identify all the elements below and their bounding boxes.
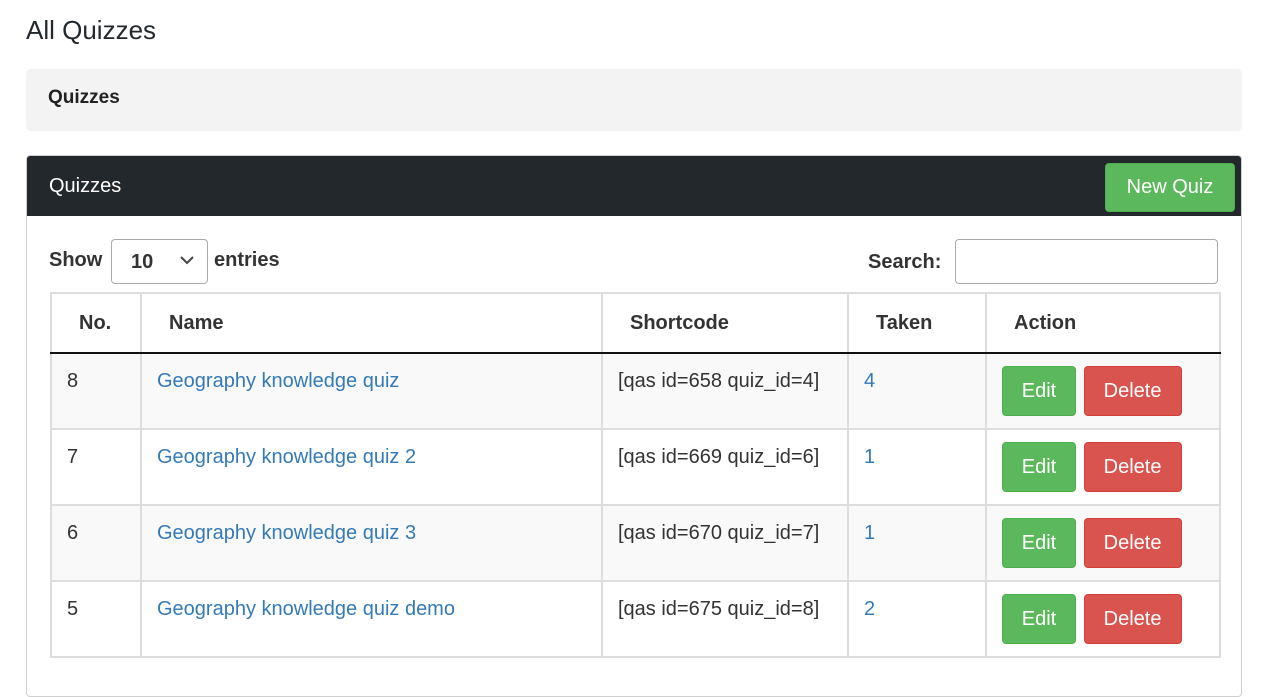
panel-heading: Quizzes New Quiz (27, 156, 1241, 216)
taken-count-link[interactable]: 2 (864, 598, 875, 620)
panel-title: Quizzes (49, 175, 122, 197)
taken-count-link[interactable]: 1 (864, 522, 875, 544)
cell-shortcode: [qas id=658 quiz_id=4] (601, 352, 849, 430)
cell-taken: 1 (847, 504, 987, 582)
cell-no: 7 (50, 428, 142, 506)
cell-shortcode: [qas id=669 quiz_id=6] (601, 428, 849, 506)
cell-name: Geography knowledge quiz demo (140, 580, 603, 658)
new-quiz-button[interactable]: New Quiz (1105, 163, 1235, 212)
cell-no: 6 (50, 504, 142, 582)
taken-count-link[interactable]: 4 (864, 370, 875, 392)
column-header-shortcode[interactable]: Shortcode (601, 292, 849, 354)
table-row: 8 Geography knowledge quiz [qas id=658 q… (50, 352, 1221, 430)
cell-action: Edit Delete (985, 352, 1221, 430)
cell-action: Edit Delete (985, 580, 1221, 658)
show-label: Show (49, 249, 103, 271)
entries-select[interactable]: 10 (111, 239, 208, 284)
column-header-taken[interactable]: Taken (847, 292, 987, 354)
cell-action: Edit Delete (985, 504, 1221, 582)
chevron-down-icon (180, 256, 194, 265)
cell-taken: 2 (847, 580, 987, 658)
taken-count-link[interactable]: 1 (864, 446, 875, 468)
sub-header-label: Quizzes (48, 87, 120, 108)
quiz-name-link[interactable]: Geography knowledge quiz demo (157, 598, 455, 620)
cell-taken: 4 (847, 352, 987, 430)
edit-button[interactable]: Edit (1002, 366, 1076, 416)
quiz-name-link[interactable]: Geography knowledge quiz (157, 370, 399, 392)
delete-button[interactable]: Delete (1083, 594, 1182, 644)
quiz-name-link[interactable]: Geography knowledge quiz 3 (157, 522, 416, 544)
cell-action: Edit Delete (985, 428, 1221, 506)
quiz-table: No. Name Shortcode Taken Action 8 Geogra… (50, 292, 1221, 658)
cell-name: Geography knowledge quiz 2 (140, 428, 603, 506)
delete-button[interactable]: Delete (1083, 442, 1182, 492)
quizzes-panel: Quizzes New Quiz Show 10 entries Search:… (26, 155, 1242, 697)
entries-label: entries (214, 249, 280, 271)
table-row: 6 Geography knowledge quiz 3 [qas id=670… (50, 504, 1221, 582)
entries-select-value: 10 (131, 251, 154, 273)
cell-taken: 1 (847, 428, 987, 506)
edit-button[interactable]: Edit (1002, 518, 1076, 568)
delete-button[interactable]: Delete (1083, 518, 1182, 568)
column-header-name[interactable]: Name (140, 292, 603, 354)
column-header-action: Action (985, 292, 1221, 354)
table-header-row: No. Name Shortcode Taken Action (50, 292, 1221, 354)
cell-shortcode: [qas id=675 quiz_id=8] (601, 580, 849, 658)
cell-shortcode: [qas id=670 quiz_id=7] (601, 504, 849, 582)
table-row: 5 Geography knowledge quiz demo [qas id=… (50, 580, 1221, 658)
search-label: Search: (868, 251, 942, 273)
column-header-no[interactable]: No. (50, 292, 142, 354)
edit-button[interactable]: Edit (1002, 442, 1076, 492)
delete-button[interactable]: Delete (1083, 366, 1182, 416)
page-title: All Quizzes (26, 15, 157, 45)
table-row: 7 Geography knowledge quiz 2 [qas id=669… (50, 428, 1221, 506)
sub-header: Quizzes (26, 69, 1242, 131)
cell-no: 8 (50, 352, 142, 430)
edit-button[interactable]: Edit (1002, 594, 1076, 644)
cell-name: Geography knowledge quiz 3 (140, 504, 603, 582)
cell-no: 5 (50, 580, 142, 658)
search-input[interactable] (955, 239, 1218, 284)
cell-name: Geography knowledge quiz (140, 352, 603, 430)
quiz-name-link[interactable]: Geography knowledge quiz 2 (157, 446, 416, 468)
